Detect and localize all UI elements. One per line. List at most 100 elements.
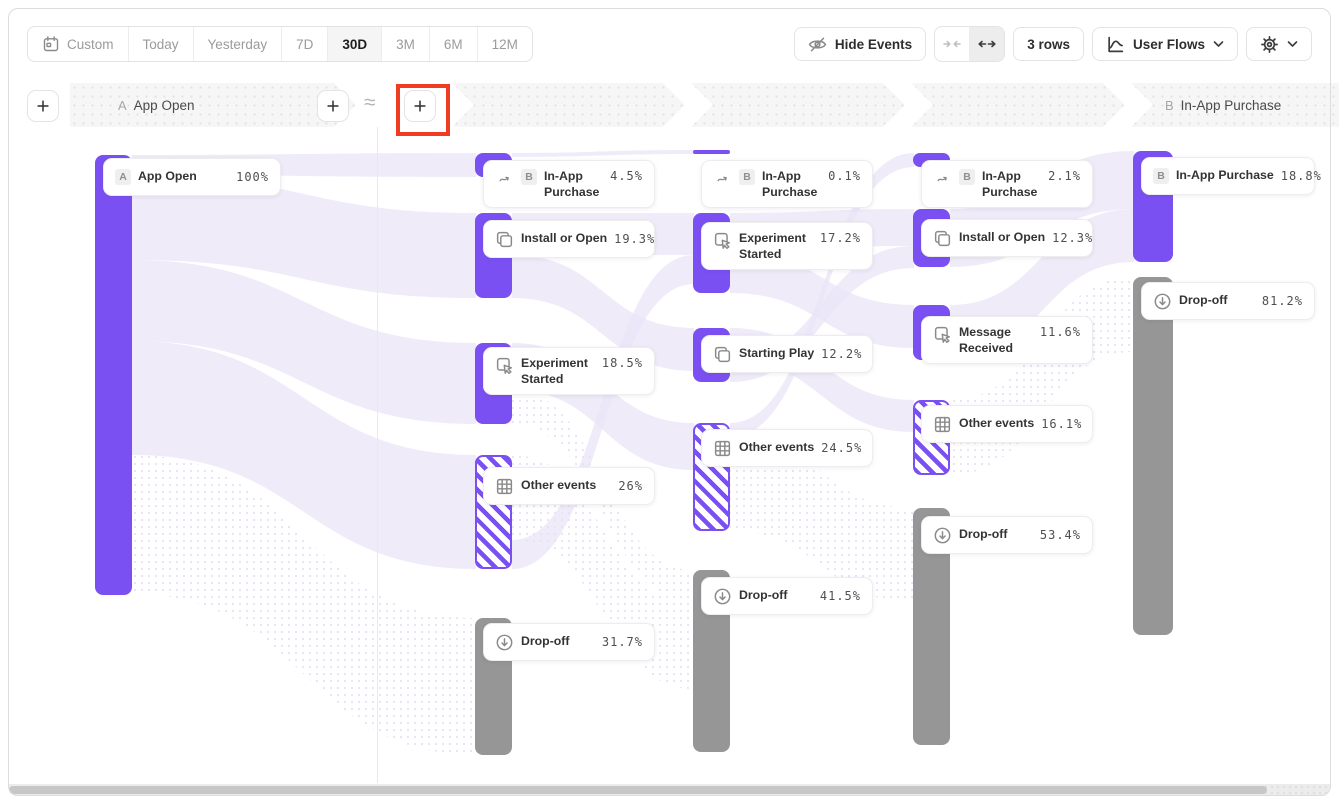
flow-node-card[interactable]: Drop-off 41.5% — [701, 577, 873, 615]
flow-node-percent: 0.1% — [828, 169, 861, 183]
flow-node-card[interactable]: Message Received11.6% — [921, 316, 1093, 364]
flow-node-card[interactable]: AApp Open100% — [103, 158, 281, 196]
flow-node-bar[interactable] — [1133, 277, 1173, 635]
flow-node-percent: 18.8% — [1281, 169, 1322, 183]
eye-off-icon — [808, 35, 827, 54]
date-range-custom[interactable]: Custom — [28, 27, 128, 61]
step-banner-empty[interactable] — [691, 83, 905, 127]
flow-node-card[interactable]: Other events 26% — [483, 467, 655, 505]
calendar-icon — [42, 35, 60, 53]
flow-node-label: Drop-off — [1179, 293, 1228, 309]
flow-node-percent: 18.5% — [602, 356, 643, 370]
flow-ribbon — [512, 150, 694, 157]
copy-icon — [713, 345, 732, 364]
rows-label: 3 rows — [1027, 37, 1070, 52]
step-letter-badge: B — [1153, 168, 1169, 184]
hide-events-button[interactable]: Hide Events — [794, 27, 926, 61]
flow-node-label: Experiment Started — [521, 356, 595, 388]
flow-node-label: In-App Purchase — [544, 169, 603, 201]
flow-node-percent: 53.4% — [1040, 528, 1081, 542]
date-range-label: 6M — [444, 37, 463, 52]
flow-node-card[interactable]: BIn-App Purchase2.1% — [921, 160, 1093, 208]
flow-node-card[interactable]: Experiment Started 18.5% — [483, 347, 655, 395]
date-range-12m[interactable]: 12M — [477, 27, 532, 61]
step-letter-badge: B — [739, 169, 755, 185]
flow-node-label: Install or Open — [959, 230, 1045, 246]
flow-node-card[interactable]: Other events24.5% — [701, 429, 873, 467]
flow-node-label: In-App Purchase — [1176, 168, 1274, 184]
flow-node-label: Other events — [739, 440, 814, 456]
flow-node-card[interactable]: BIn-App Purchase0.1% — [701, 160, 873, 208]
date-range-label: Custom — [67, 37, 114, 52]
flow-node-card[interactable]: Starting Play12.2% — [701, 335, 873, 373]
rows-button[interactable]: 3 rows — [1013, 27, 1084, 61]
panel-divider — [377, 127, 378, 783]
scrollbar-thumb[interactable] — [9, 786, 1267, 794]
date-range-label: 12M — [492, 37, 518, 52]
grid-icon — [495, 477, 514, 496]
step-banner-a[interactable]: AApp Open — [70, 83, 356, 127]
flow-node-percent: 4.5% — [610, 169, 643, 183]
plus-icon — [325, 98, 341, 114]
chart-type-dropdown[interactable]: User Flows — [1092, 27, 1238, 61]
chevron-down-icon — [1213, 40, 1224, 48]
flow-node-label: Experiment Started — [739, 231, 813, 263]
collapse-columns-button[interactable] — [935, 27, 969, 61]
flow-node-card[interactable]: Drop-off 53.4% — [921, 516, 1093, 554]
step-banner-b[interactable]: BIn-App Purchase — [1131, 83, 1339, 127]
flow-node-card[interactable]: BIn-App Purchase18.8% — [1141, 157, 1315, 195]
expand-columns-button[interactable] — [969, 27, 1004, 61]
flow-node-label: In-App Purchase — [982, 169, 1041, 201]
flow-node-percent: 26% — [618, 479, 643, 493]
settings-dropdown[interactable] — [1246, 27, 1312, 61]
date-range-7d[interactable]: 7D — [281, 27, 327, 61]
date-range-yesterday[interactable]: Yesterday — [193, 27, 282, 61]
click-icon — [933, 325, 952, 344]
annotation-highlight — [396, 84, 450, 136]
flow-node-percent: 81.2% — [1262, 294, 1303, 308]
flow-node-card[interactable]: Install or Open12.3% — [921, 219, 1093, 257]
flow-node-label: Drop-off — [521, 634, 570, 650]
user-flows-report: AApp Open100% BIn-App Purchase4.5% Insta… — [0, 0, 1339, 804]
chevron-down-icon — [1287, 40, 1298, 48]
plus-icon — [35, 98, 51, 114]
flow-node-card[interactable]: Other events16.1% — [921, 405, 1093, 443]
date-range-label: 30D — [342, 37, 367, 52]
date-range-30d[interactable]: 30D — [327, 27, 381, 61]
copy-icon — [933, 229, 952, 248]
add-step-button[interactable] — [27, 90, 59, 122]
date-range-6m[interactable]: 6M — [429, 27, 477, 61]
step-banner-empty[interactable] — [452, 83, 685, 127]
horizontal-scrollbar[interactable] — [9, 784, 1330, 796]
flow-node-card[interactable]: BIn-App Purchase4.5% — [483, 160, 655, 208]
add-step-button[interactable] — [317, 90, 349, 122]
flow-node-card[interactable]: Install or Open19.3% — [483, 220, 655, 258]
flow-node-percent: 31.7% — [602, 635, 643, 649]
trend-icon — [933, 169, 952, 188]
flow-node-bar[interactable] — [95, 155, 132, 595]
arrows-collapse-icon — [943, 38, 961, 50]
date-range-today[interactable]: Today — [128, 27, 193, 61]
flow-node-label: Drop-off — [959, 527, 1008, 543]
flow-node-card[interactable]: Drop-off 31.7% — [483, 623, 655, 661]
flow-node-bar[interactable] — [693, 150, 730, 154]
step-label: App Open — [134, 98, 195, 113]
flow-node-card[interactable]: Drop-off 81.2% — [1141, 282, 1315, 320]
approx-symbol: ≈ — [364, 91, 376, 115]
step-letter: B — [1165, 98, 1174, 113]
date-range-label: Today — [143, 37, 179, 52]
flow-node-percent: 12.2% — [821, 347, 862, 361]
flow-node-label: App Open — [138, 169, 197, 185]
trend-icon — [495, 169, 514, 188]
chart-type-label: User Flows — [1133, 37, 1205, 52]
step-banner-empty[interactable] — [911, 83, 1125, 127]
step-letter-badge: B — [959, 169, 975, 185]
dropoff-icon — [933, 526, 952, 545]
flow-node-percent: 41.5% — [820, 589, 861, 603]
date-range-label: 7D — [296, 37, 313, 52]
flow-node-label: Message Received — [959, 325, 1033, 357]
flow-node-card[interactable]: Experiment Started17.2% — [701, 222, 873, 270]
flow-node-label: Drop-off — [739, 588, 788, 604]
date-range-3m[interactable]: 3M — [381, 27, 429, 61]
flow-node-label: Other events — [521, 478, 596, 494]
